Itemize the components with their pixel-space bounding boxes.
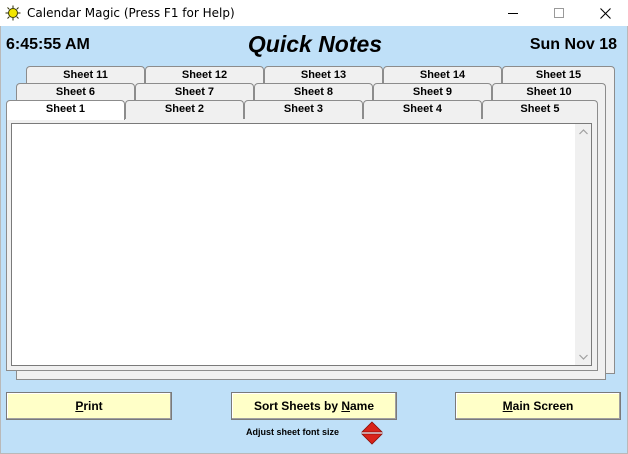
tab-sheet-3[interactable]: Sheet 3 — [244, 100, 363, 119]
title-bar[interactable]: Calendar Magic (Press F1 for Help) — [0, 0, 628, 26]
note-editor[interactable] — [11, 123, 592, 366]
client-area: 6:45:55 AM Quick Notes Sun Nov 18 Sheet … — [0, 26, 628, 454]
current-date: Sun Nov 18 — [529, 36, 617, 53]
scroll-down-button[interactable] — [575, 349, 591, 365]
sheet-panel — [6, 118, 598, 371]
chevron-up-icon — [578, 129, 588, 135]
sun-icon — [5, 5, 21, 21]
close-icon — [599, 7, 611, 19]
minimize-icon — [508, 13, 518, 14]
tab-sheet-5[interactable]: Sheet 5 — [482, 100, 598, 119]
print-button[interactable]: Print — [6, 392, 172, 420]
scroll-up-button[interactable] — [575, 124, 591, 140]
up-down-arrows-icon — [361, 421, 383, 445]
maximize-button[interactable] — [536, 0, 582, 26]
font-size-label: Adjust sheet font size — [246, 427, 340, 437]
tab-sheet-2[interactable]: Sheet 2 — [125, 100, 244, 119]
maximize-icon — [554, 8, 564, 18]
minimize-button[interactable] — [490, 0, 536, 26]
sort-sheets-button[interactable]: Sort Sheets by Name — [231, 392, 397, 420]
vertical-scrollbar[interactable] — [575, 124, 591, 365]
tab-sheet-1[interactable]: Sheet 1 — [6, 100, 125, 120]
tab-sheet-4[interactable]: Sheet 4 — [363, 100, 482, 119]
chevron-down-icon — [578, 354, 588, 360]
font-size-stepper[interactable] — [361, 421, 383, 445]
tab-row-front: Sheet 1 Sheet 2 Sheet 3 Sheet 4 Sheet 5 — [6, 100, 598, 120]
close-button[interactable] — [582, 0, 628, 26]
main-screen-button[interactable]: Main Screen — [455, 392, 621, 420]
window-title: Calendar Magic (Press F1 for Help) — [27, 6, 235, 20]
note-text-area[interactable] — [15, 126, 575, 356]
